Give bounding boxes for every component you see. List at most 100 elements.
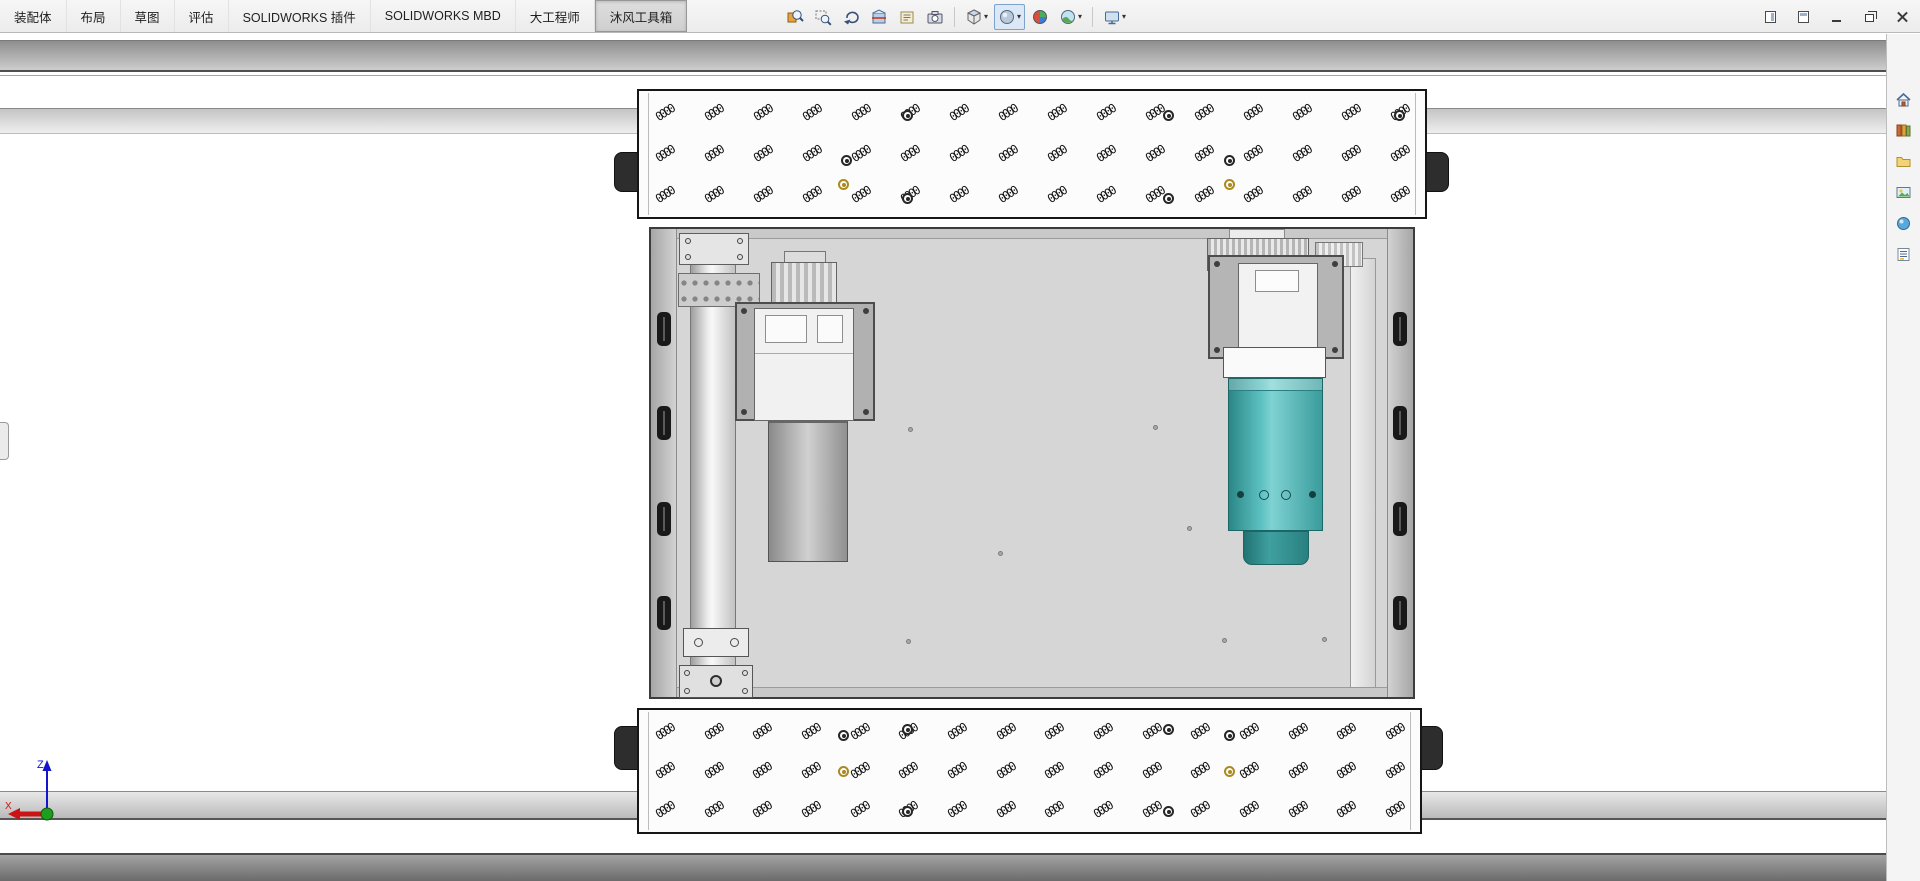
linear-rail-top-front[interactable] [0,40,1886,70]
bearing-block-left[interactable] [683,628,749,657]
menu-tab-big-engineer[interactable]: 大工程师 [516,0,595,32]
menu-tab-solidworks-addins[interactable]: SOLIDWORKS 插件 [229,0,371,32]
spring-symbol: 0000 [1285,720,1309,743]
spring-symbol: 0000 [1044,102,1069,125]
bolt-hole [902,110,913,121]
guide-rail-right[interactable] [1350,258,1376,688]
view-settings-icon [1103,8,1121,26]
task-pane-custom-properties-button[interactable] [1891,245,1917,269]
shaft-flange-top[interactable] [679,233,749,265]
spring-row: 0000 0000 0000 0000 0000 0000 0000 0000 0000 0000… [653,799,1407,821]
hinge-bracket[interactable] [1393,312,1407,346]
rail-clamp-bottom-left[interactable] [614,726,639,770]
spring-symbol: 0000 [1044,142,1069,166]
dynamic-annotation-views-button[interactable] [894,4,920,30]
restore-button[interactable] [1857,7,1881,27]
task-pane-appearances-scenes-button[interactable] [1891,214,1917,238]
hinge-bracket[interactable] [1393,502,1407,536]
shaft-flange-bottom[interactable] [679,665,753,698]
enclosure-body[interactable] [649,227,1415,699]
panel-hole [998,551,1003,556]
cylinder-collar-right[interactable] [1223,347,1326,378]
view-palette-icon [1895,184,1912,206]
spring-symbol: 0000 [1334,759,1358,783]
spring-symbol: 0000 [1188,799,1212,822]
solidworks-resources-icon [1895,91,1912,113]
spring-symbol: 0000 [1387,142,1412,166]
spring-symbol: 0000 [1338,142,1363,166]
edit-appearance-button[interactable] [1027,4,1053,30]
menu-tab-evaluate[interactable]: 评估 [175,0,229,32]
cylinder-top-band [1229,379,1322,391]
undock-button[interactable] [1758,7,1782,27]
gear-motor-right[interactable] [1238,263,1318,356]
menu-tab-strip: 装配体 布局 草图 评估 SOLIDWORKS 插件 SOLIDWORKS MBD 大工程师… [0,0,688,32]
task-pane-view-palette-button[interactable] [1891,183,1917,207]
spring-symbol: 0000 [995,183,1020,206]
spring-symbol: 0000 [750,142,775,166]
spring-symbol: 0000 [1289,142,1314,166]
previous-view-button[interactable] [838,4,864,30]
hinge-bracket[interactable] [657,406,671,440]
menu-tab-sketch[interactable]: 草图 [121,0,175,32]
zoom-fit-button[interactable] [782,4,808,30]
window-controls [1758,0,1914,33]
hinge-bracket[interactable] [657,596,671,630]
bolt-icon [741,409,747,415]
spring-symbol: 0000 [1338,102,1363,125]
spring-symbol: 0000 [1139,720,1163,743]
menu-tab-solidworks-mbd[interactable]: SOLIDWORKS MBD [371,0,516,32]
display-style-button[interactable]: ▾ [994,3,1026,30]
section-view-button[interactable] [866,4,892,30]
hinge-bracket[interactable] [1393,596,1407,630]
bolt-icon [1214,261,1220,267]
teal-cylinder-lower-right[interactable] [1243,531,1309,565]
bolt-icon [863,409,869,415]
rail-clamp-top-left[interactable] [614,152,639,192]
cylinder-body-left[interactable] [768,421,848,562]
bolt-hole [902,724,913,735]
close-button[interactable] [1890,7,1914,27]
panel-toggle-button[interactable] [1791,7,1815,27]
teal-cylinder-right[interactable] [1228,378,1323,531]
hinge-bracket[interactable] [1393,406,1407,440]
cylinder-port-icon [1309,491,1316,498]
spring-symbol: 0000 [1236,720,1261,743]
view-settings-button[interactable]: ▾ [1099,4,1130,30]
spring-symbol: 0000 [1334,720,1358,743]
hinge-bracket[interactable] [657,502,671,536]
3d-drawing-view-icon [926,8,944,26]
menu-tab-assembly[interactable]: 装配体 [0,0,67,32]
spring-symbol: 0000 [946,142,971,166]
task-pane-solidworks-resources-button[interactable] [1891,90,1917,114]
guide-shaft-left[interactable] [690,241,736,688]
spring-symbol: 0000 [848,102,873,125]
3d-drawing-view-button[interactable] [922,4,948,30]
spring-symbol: 0000 [1334,799,1358,822]
spring-symbol: 0000 [652,183,677,206]
task-pane-design-library-button[interactable] [1891,121,1917,145]
graphics-viewport[interactable]: 0000 0000 0000 0000 0000 0000 0000 0000 0000 0000… [0,34,1886,881]
minimize-button[interactable] [1824,7,1848,27]
perforated-spring-plate-top[interactable]: 0000 0000 0000 0000 0000 0000 0000 0000 0000 0000… [637,89,1427,219]
zoom-area-button[interactable] [810,4,836,30]
undock-icon [1764,10,1776,23]
hinge-bracket[interactable] [657,312,671,346]
task-pane-file-explorer-button[interactable] [1891,152,1917,176]
spring-symbol: 0000 [750,102,775,125]
gear-motor-left[interactable] [754,308,854,421]
menu-tab-layout[interactable]: 布局 [67,0,121,32]
view-orientation-button[interactable]: ▾ [961,4,992,30]
menu-tab-mufeng-toolbox[interactable]: 沐风工具箱 [594,0,688,32]
bolt-ring-icon [730,638,739,647]
apply-scene-button[interactable]: ▾ [1055,4,1086,30]
motor-seam [755,353,853,354]
rail-clamp-top-right[interactable] [1424,152,1449,192]
panel-hole [908,427,913,432]
collapsed-panel-handle[interactable] [0,422,9,460]
perforated-spring-plate-bottom[interactable]: 0000 0000 0000 0000 0000 0000 0000 0000 0000 0000… [637,708,1422,834]
bolt-icon [737,254,743,260]
linear-rail-bottom-back[interactable] [0,853,1886,881]
bolt-icon [685,238,691,244]
restore-icon [1864,11,1877,22]
